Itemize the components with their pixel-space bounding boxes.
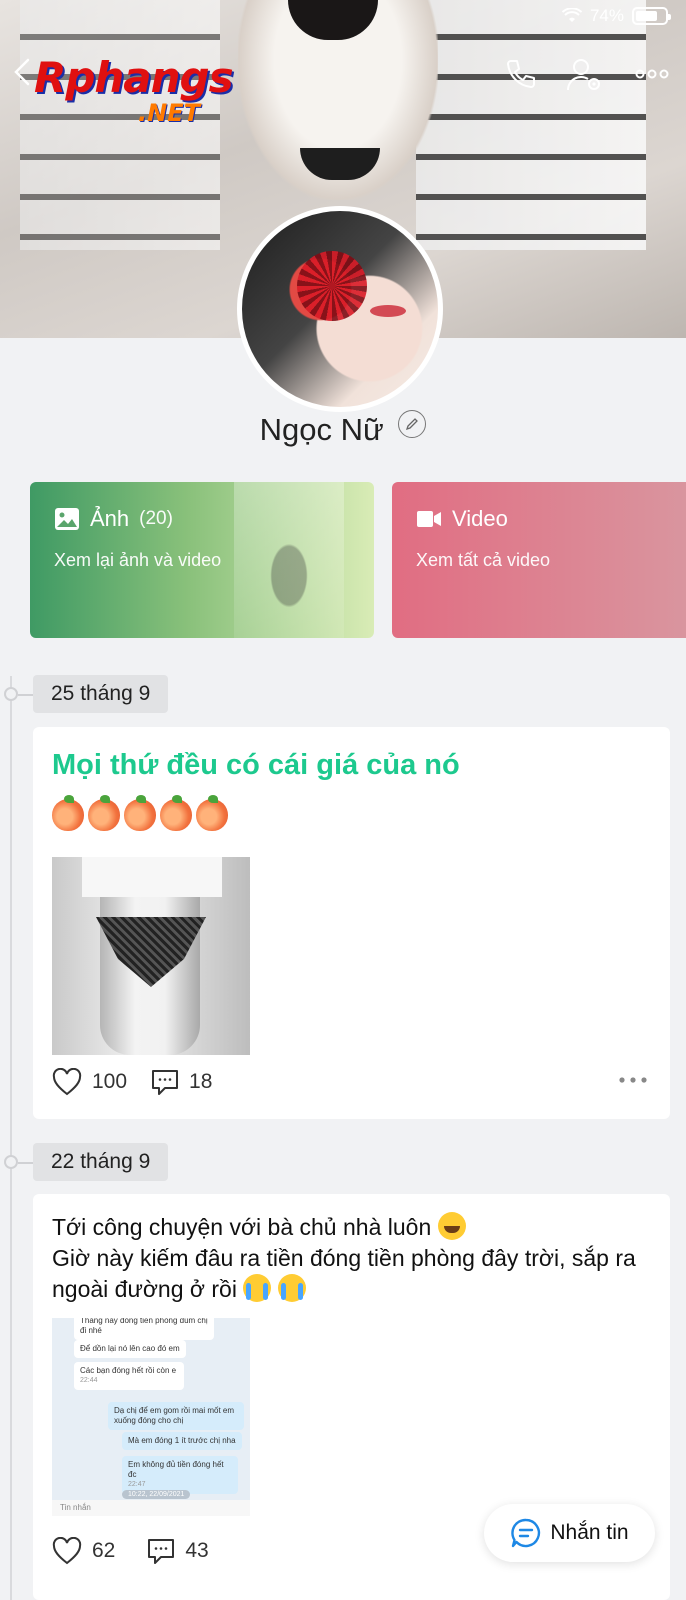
battery-percent: 74% — [589, 6, 624, 25]
comment-icon — [148, 1539, 175, 1564]
top-bar: Rphangs .NET — [0, 50, 686, 126]
timeline-line — [10, 676, 12, 1600]
post-text-line1: Tới công chuyện với bà chủ nhà luôn — [52, 1214, 432, 1240]
avatar[interactable] — [237, 206, 443, 412]
watermark-line2: .NET — [138, 99, 200, 127]
comment-button[interactable]: 18 — [151, 1068, 212, 1096]
grinning-emoji — [437, 1212, 466, 1240]
peach-emoji — [124, 795, 156, 831]
date-label: 22 tháng 9 — [33, 1143, 169, 1181]
chat-time: 22:44 — [80, 1377, 98, 1384]
media-cards: Ảnh (20) Xem lại ảnh và video Video Xem … — [30, 482, 686, 638]
timeline-connector — [18, 694, 34, 696]
like-count: 62 — [92, 1539, 116, 1562]
user-settings-icon[interactable] — [564, 54, 604, 94]
chat-bubble: Mà em đóng 1 ít trước chị nha — [122, 1432, 242, 1450]
heart-icon — [52, 1537, 82, 1565]
video-card-title: Video — [452, 506, 508, 531]
watermark-line1: Rphangs — [34, 53, 234, 102]
back-icon[interactable] — [10, 56, 34, 88]
chat-bubble-text: Các bạn đóng hết rồi còn e — [80, 1366, 177, 1375]
chat-bubble-icon — [511, 1518, 541, 1548]
profile-name: Ngọc Nữ — [259, 412, 384, 447]
post-text: Tới công chuyện với bà chủ nhà luôn Giờ … — [52, 1212, 652, 1305]
cover-figure — [238, 0, 438, 200]
chat-bubble: Dạ chị để em gom rồi mai mốt em xuống đó… — [108, 1402, 244, 1430]
peach-emoji — [52, 795, 84, 831]
post-text-line2: Giờ này kiếm đâu ra tiền đóng tiền phòng… — [52, 1245, 636, 1302]
peach-emoji — [160, 795, 192, 831]
emoji-row — [52, 795, 228, 831]
photo-card-count: (20) — [139, 508, 173, 529]
chat-bubble: Các bạn đóng hết rồi còn e 22:44 — [74, 1362, 184, 1390]
like-button[interactable]: 100 — [52, 1068, 127, 1096]
comment-count: 18 — [189, 1070, 213, 1093]
video-card[interactable]: Video Xem tất cả video — [392, 482, 686, 638]
battery-icon — [632, 7, 671, 25]
photo-card[interactable]: Ảnh (20) Xem lại ảnh và video — [30, 482, 374, 638]
video-icon — [417, 511, 441, 527]
post-photo[interactable] — [52, 857, 250, 1055]
like-button[interactable]: 62 — [52, 1537, 115, 1565]
message-button-label: Nhắn tin — [550, 1521, 629, 1544]
comment-icon — [152, 1070, 179, 1095]
status-bar: 74% — [561, 6, 671, 26]
wifi-icon — [561, 8, 582, 22]
post-title: Mọi thứ đều có cái giá của nó — [52, 749, 460, 781]
post-actions: 62 43 — [52, 1534, 209, 1568]
comment-count: 43 — [185, 1539, 209, 1562]
phone-icon[interactable] — [500, 54, 540, 94]
date-label: 25 tháng 9 — [33, 675, 169, 713]
like-count: 100 — [92, 1070, 128, 1093]
more-icon[interactable] — [618, 1075, 648, 1085]
peach-emoji — [196, 795, 228, 831]
timeline-dot — [4, 1155, 18, 1169]
image-icon — [55, 508, 79, 530]
photo-card-subtitle: Xem lại ảnh và video — [54, 550, 222, 570]
timeline-dot — [4, 687, 18, 701]
photo-card-title: Ảnh — [90, 506, 130, 531]
timeline-connector — [18, 1162, 34, 1164]
chat-bubble: Em không đủ tiền đóng hết đc 22:47 — [122, 1456, 238, 1494]
post-screenshot[interactable]: Tháng này đóng tiền phòng dùm chị đi nhé… — [52, 1318, 250, 1516]
edit-pencil-icon[interactable] — [398, 410, 427, 438]
post-actions: 100 18 — [52, 1065, 212, 1099]
chat-time: 22:47 — [128, 1481, 146, 1488]
chat-footer: Tin nhắn — [52, 1500, 250, 1516]
more-icon[interactable] — [632, 54, 672, 94]
post-card[interactable]: Mọi thứ đều có cái giá của nó 100 18 — [33, 727, 670, 1119]
profile-name-row: Ngọc Nữ — [0, 410, 686, 448]
chat-bubble: Tháng này đóng tiền phòng dùm chị đi nhé — [74, 1318, 214, 1340]
crying-emoji — [243, 1274, 272, 1302]
video-card-subtitle: Xem tất cả video — [416, 550, 551, 570]
comment-button[interactable]: 43 — [147, 1537, 209, 1565]
chat-bubble: Để dồn lại nó lên cao đó em — [74, 1340, 186, 1358]
crying-emoji — [277, 1274, 306, 1302]
peach-emoji — [88, 795, 120, 831]
chat-date-stamp: 10:22, 22/09/2021 — [122, 1490, 191, 1499]
chat-bubble-text: Em không đủ tiền đóng hết đc — [128, 1460, 224, 1479]
cover-window-right — [416, 0, 646, 250]
message-button[interactable]: Nhắn tin — [484, 1504, 655, 1562]
heart-icon — [52, 1068, 82, 1096]
watermark-logo: Rphangs .NET — [34, 53, 234, 127]
